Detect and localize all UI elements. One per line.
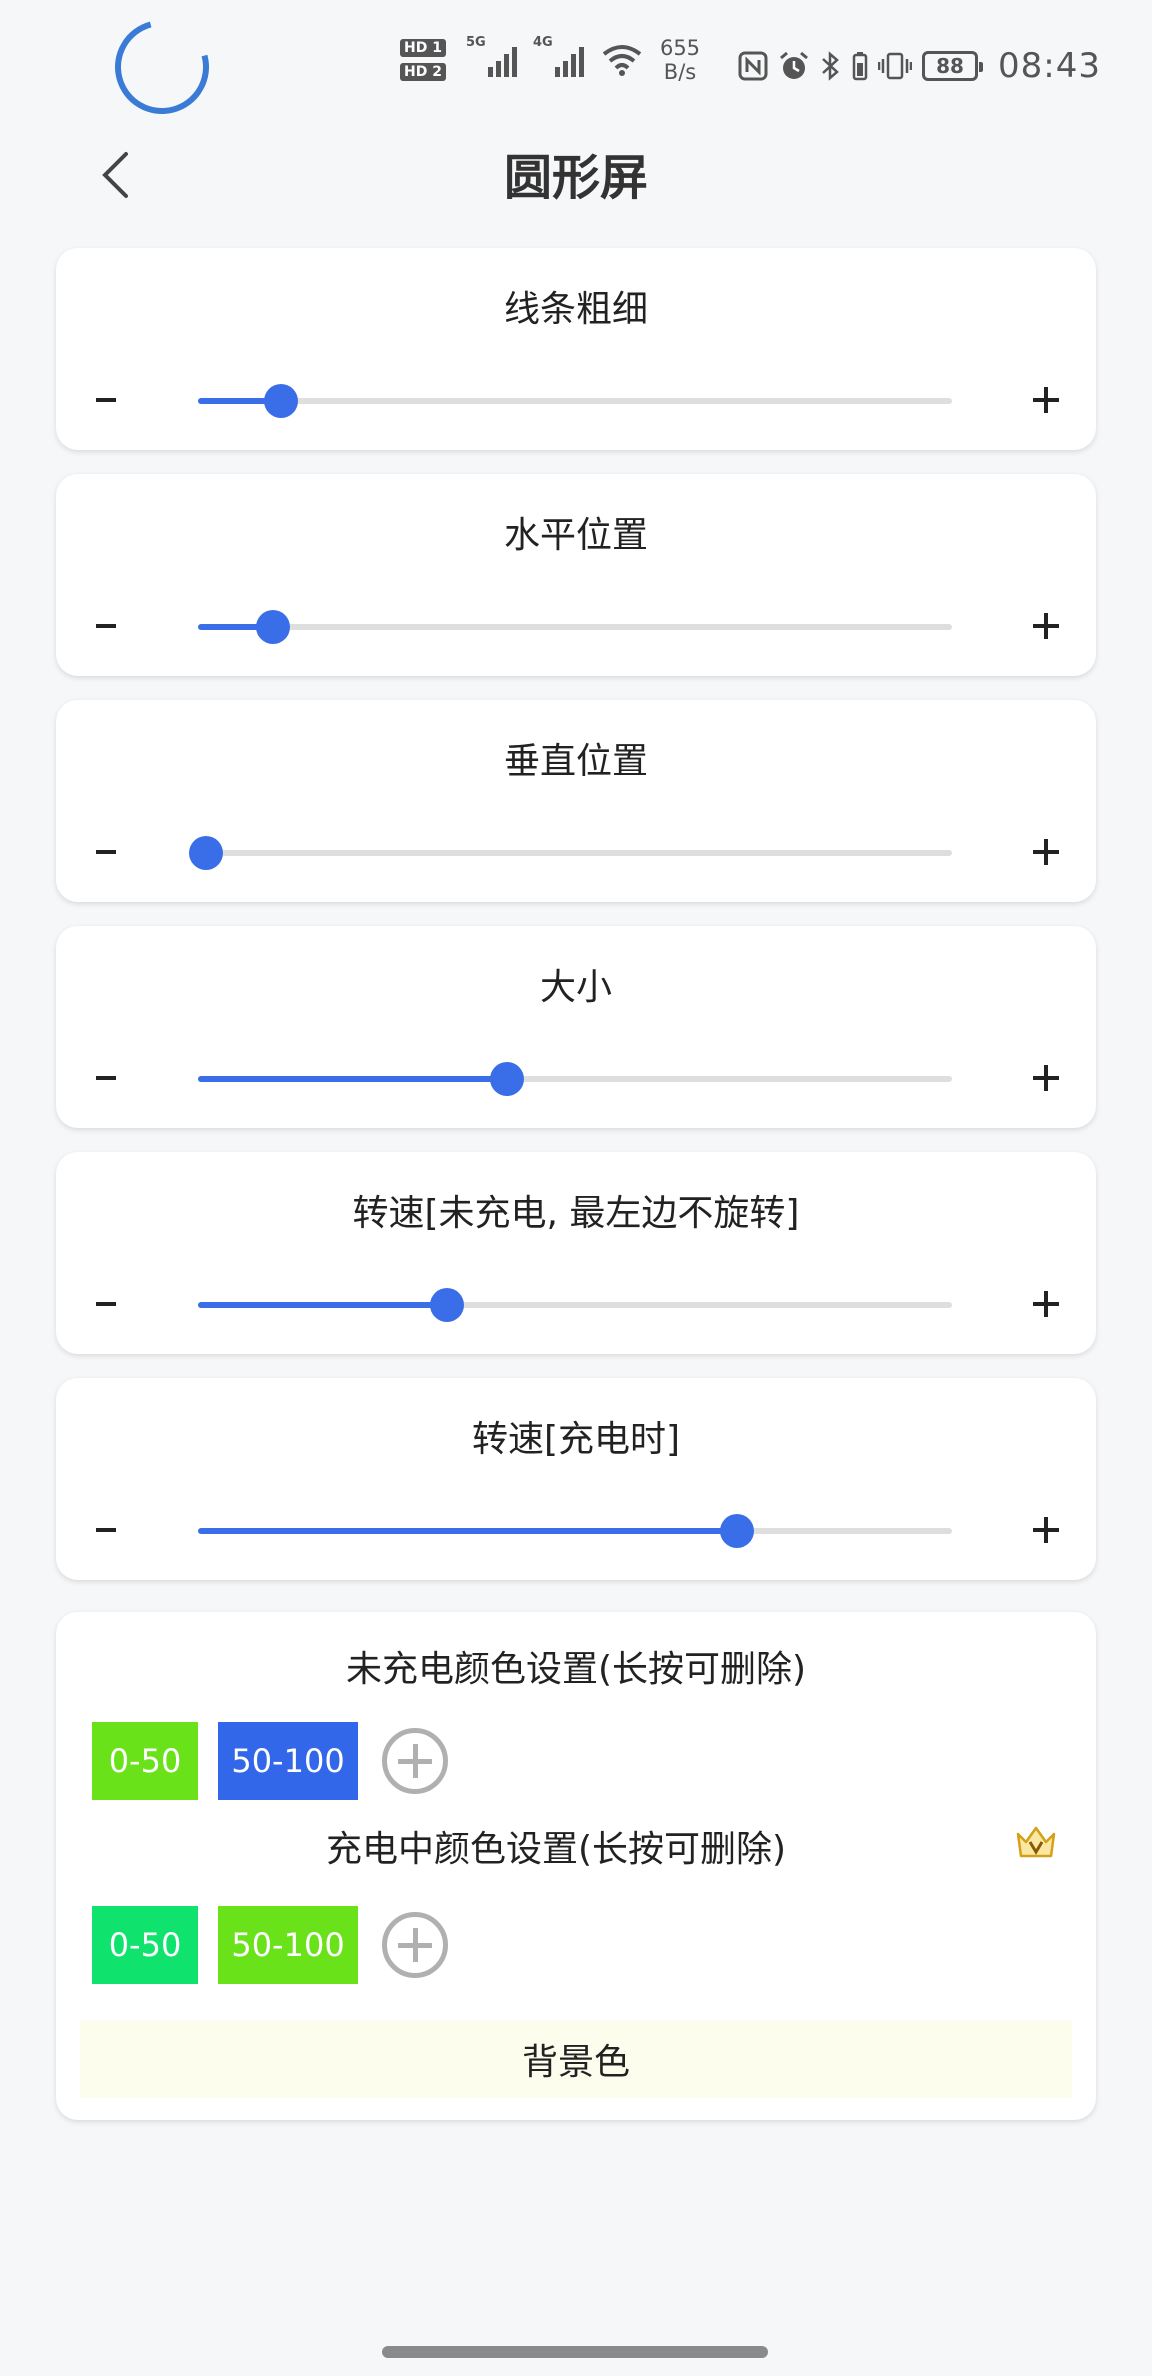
slider-label: 转速[充电时] <box>471 1419 681 1460</box>
loading-ring-icon <box>97 2 227 132</box>
wifi-icon <box>602 45 642 76</box>
slider-card-size: 大小 <box>56 926 1096 1128</box>
charging-color-title: 充电中颜色设置(长按可删除) <box>325 1829 787 1870</box>
increase-button[interactable] <box>1016 1048 1076 1108</box>
uncharged-chip-50-100[interactable]: 50-100 <box>218 1722 358 1800</box>
decrease-button[interactable] <box>76 1500 136 1560</box>
slider-fill <box>198 1076 508 1082</box>
crown-vip-icon <box>1016 1826 1056 1858</box>
home-indicator[interactable] <box>382 2346 768 2358</box>
hd1-badge: HD 1 <box>400 39 446 57</box>
decrease-button[interactable] <box>76 822 136 882</box>
slider-thumb[interactable] <box>720 1514 755 1548</box>
uncharged-chip-0-50[interactable]: 0-50 <box>92 1722 198 1800</box>
slider-card-speed-charging: 转速[充电时] <box>56 1378 1096 1580</box>
background-color-button[interactable]: 背景色 <box>80 2020 1072 2098</box>
slider-track[interactable] <box>198 1288 952 1322</box>
slider-label: 转速[未充电, 最左边不旋转] <box>352 1193 800 1234</box>
slider-label: 水平位置 <box>503 515 648 556</box>
increase-button[interactable] <box>1016 596 1076 656</box>
clock: 08:43 <box>998 46 1101 86</box>
slider-thumb[interactable] <box>188 836 223 870</box>
status-bar: HD 1 HD 2 5G 4G 655 B/s 88 08:43 <box>0 0 1152 132</box>
hd-badges: HD 1 HD 2 <box>400 39 446 81</box>
slider-card-horizontal-position: 水平位置 <box>56 474 1096 676</box>
network-indicators: HD 1 HD 2 5G 4G 655 B/s <box>400 35 700 84</box>
slider-track[interactable] <box>198 610 952 644</box>
vibrate-icon <box>878 52 912 80</box>
slider-track[interactable] <box>188 836 952 870</box>
slider-thumb[interactable] <box>490 1062 525 1096</box>
slider-thumb[interactable] <box>256 610 291 644</box>
slider-card-vertical-position: 垂直位置 <box>56 700 1096 902</box>
signal-4g-icon: 4G <box>533 35 584 77</box>
uncharged-color-title: 未充电颜色设置(长按可删除) <box>345 1649 807 1690</box>
decrease-button[interactable] <box>76 1048 136 1108</box>
speed-value: 655 <box>659 36 701 60</box>
nfc-icon <box>738 51 768 81</box>
increase-button[interactable] <box>1016 1500 1076 1560</box>
charging-chip-50-100[interactable]: 50-100 <box>218 1906 358 1984</box>
slider-label: 线条粗细 <box>503 289 648 330</box>
app-header: 圆形屏 <box>0 130 1152 240</box>
decrease-button[interactable] <box>76 370 136 430</box>
slider-fill <box>198 1302 447 1308</box>
add-uncharged-color-button[interactable] <box>382 1728 448 1794</box>
slider-card-line-width: 线条粗细 <box>56 248 1096 450</box>
hd2-badge: HD 2 <box>400 63 446 81</box>
slider-label: 垂直位置 <box>503 741 648 782</box>
battery-level: 88 <box>936 54 964 78</box>
slider-label: 大小 <box>539 967 612 1008</box>
slider-card-speed-uncharged: 转速[未充电, 最左边不旋转] <box>56 1152 1096 1354</box>
alarm-icon <box>780 51 808 79</box>
signal-5g-icon: 5G <box>466 35 517 77</box>
increase-button[interactable] <box>1016 1274 1076 1334</box>
color-settings-card: 未充电颜色设置(长按可删除) 0-50 50-100 充电中颜色设置(长按可删除… <box>56 1612 1096 2120</box>
slider-track[interactable] <box>198 1514 952 1548</box>
increase-button[interactable] <box>1016 822 1076 882</box>
page-title: 圆形屏 <box>503 150 648 206</box>
charging-chip-0-50[interactable]: 0-50 <box>92 1906 198 1984</box>
slider-track[interactable] <box>198 384 952 418</box>
device-battery-icon <box>852 52 868 81</box>
speed-unit: B/s <box>663 60 697 84</box>
add-charging-color-button[interactable] <box>382 1912 448 1978</box>
slider-thumb[interactable] <box>429 1288 464 1322</box>
battery-icon: 88 <box>922 51 983 81</box>
decrease-button[interactable] <box>76 596 136 656</box>
slider-track[interactable] <box>198 1062 952 1096</box>
decrease-button[interactable] <box>76 1274 136 1334</box>
increase-button[interactable] <box>1016 370 1076 430</box>
bluetooth-icon <box>822 51 839 81</box>
slider-thumb[interactable] <box>263 384 298 418</box>
network-speed: 655 B/s <box>660 36 700 84</box>
system-indicators: 88 08:43 <box>738 46 1101 86</box>
slider-fill <box>198 1528 738 1534</box>
